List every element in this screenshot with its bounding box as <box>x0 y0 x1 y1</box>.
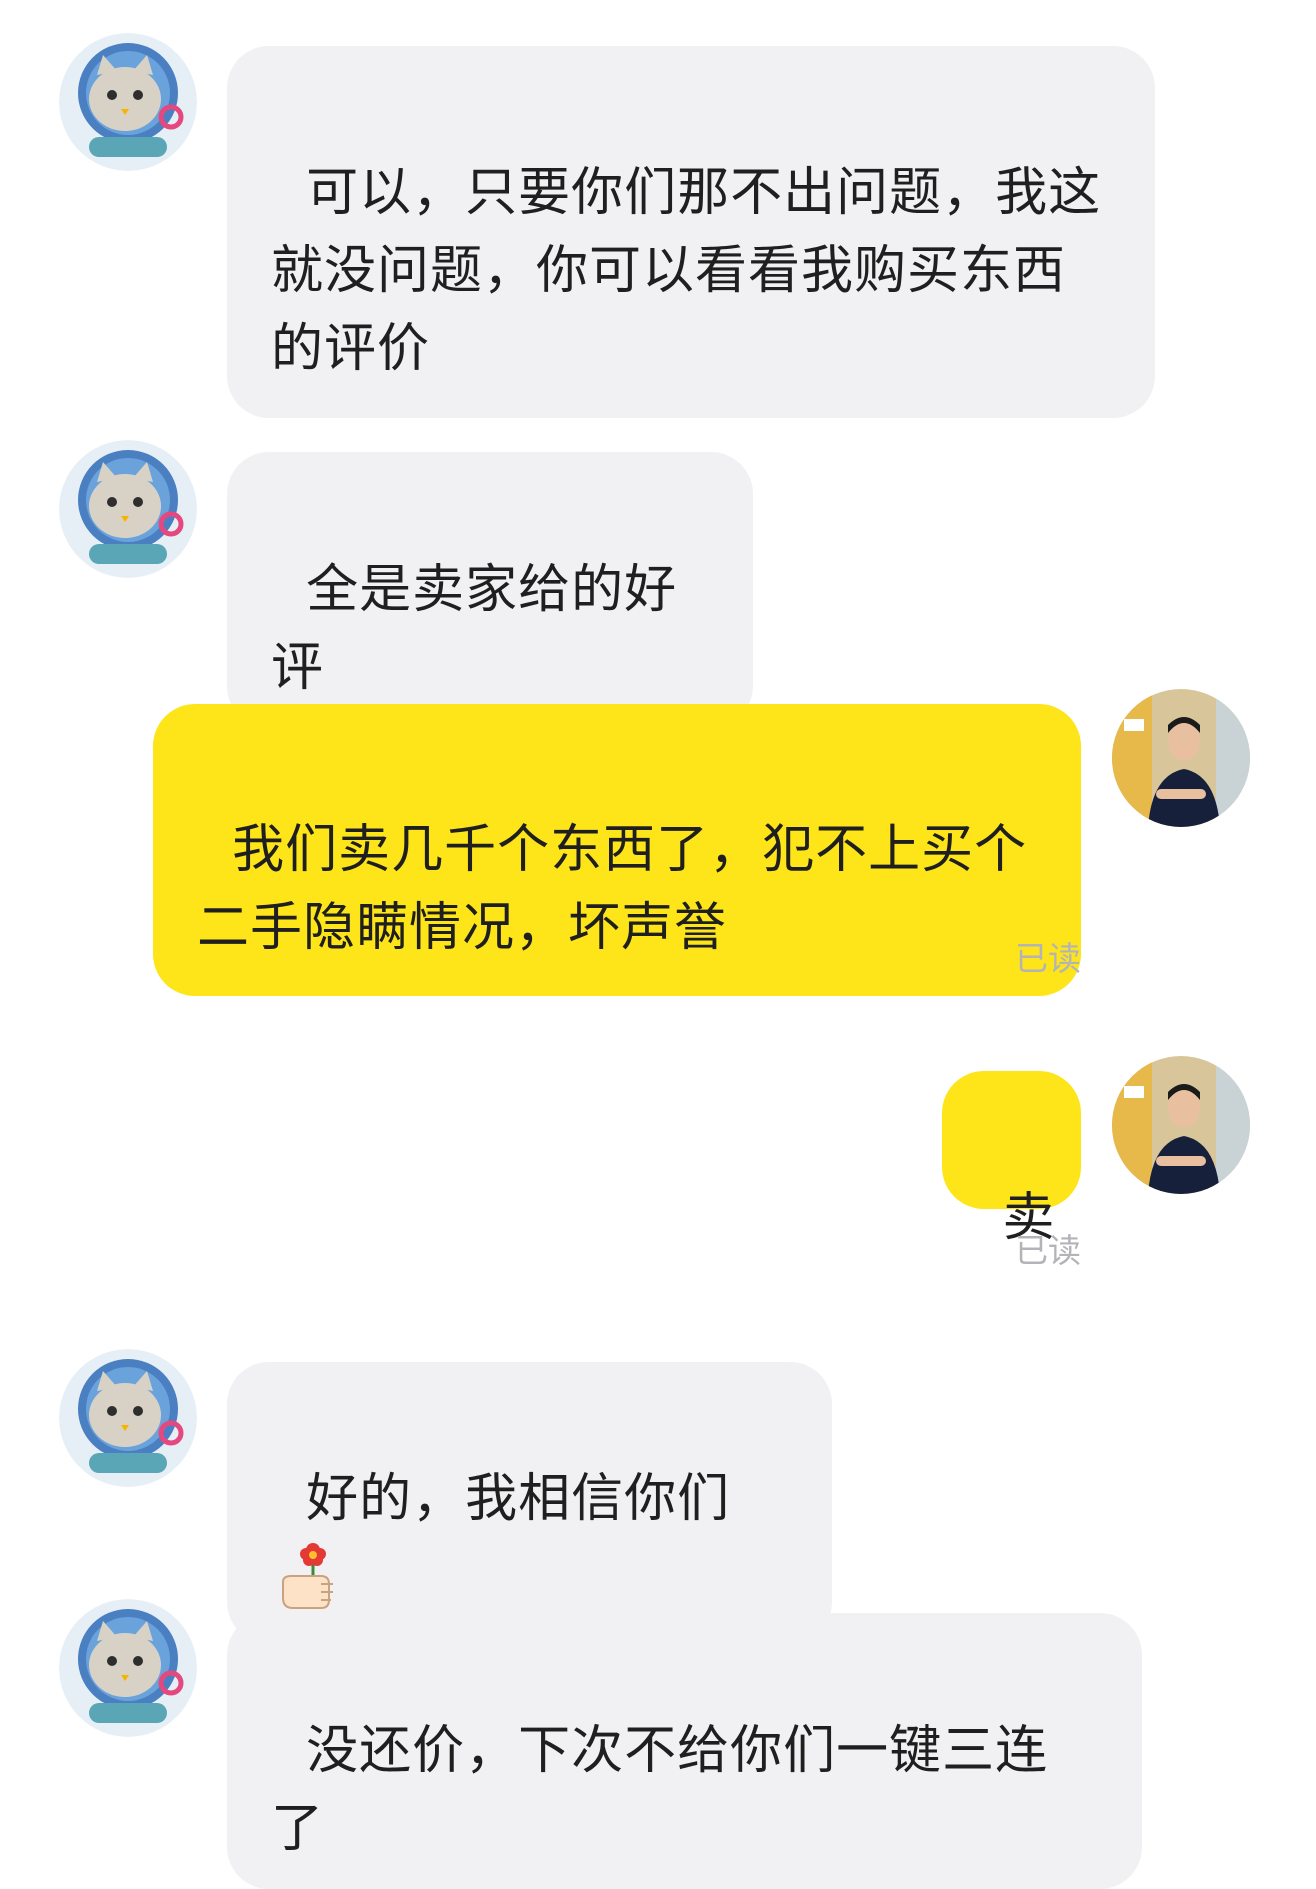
man-avatar-icon <box>1112 689 1250 827</box>
cat-avatar-icon <box>59 1349 197 1487</box>
avatar[interactable] <box>1112 1056 1250 1194</box>
avatar[interactable] <box>1112 689 1250 827</box>
message-text: 好的，我相信你们 <box>306 1469 731 1529</box>
message-bubble-incoming[interactable]: 好的，我相信你们 <box>227 1362 832 1644</box>
avatar[interactable] <box>59 33 197 171</box>
avatar[interactable] <box>59 440 197 578</box>
message-text: 没还价，下次不给你们一键三连了 <box>271 1721 1049 1859</box>
read-receipt: 已读 <box>1015 1231 1081 1270</box>
man-avatar-icon <box>1112 1056 1250 1194</box>
cat-avatar-icon <box>59 1599 197 1737</box>
message-text: 我们卖几千个东西了，犯不上买个 二手隐瞒情况，坏声誉 <box>197 820 1028 958</box>
message-bubble-incoming[interactable]: 没还价，下次不给你们一键三连了 <box>227 1613 1142 1889</box>
read-receipt: 已读 <box>1015 939 1081 978</box>
message-bubble-incoming[interactable]: 全是卖家给的好评 <box>227 452 753 728</box>
message-bubble-incoming[interactable]: 可以，只要你们那不出问题，我这 就没问题，你可以看看我购买东西 的评价 <box>227 46 1155 418</box>
hand-holding-flower-icon <box>277 1538 339 1610</box>
avatar[interactable] <box>59 1599 197 1737</box>
cat-avatar-icon <box>59 440 197 578</box>
message-text: 全是卖家给的好评 <box>271 560 678 698</box>
message-bubble-outgoing[interactable]: 卖 <box>942 1071 1081 1248</box>
message-text: 可以，只要你们那不出问题，我这 就没问题，你可以看看我购买东西 的评价 <box>271 163 1102 379</box>
avatar[interactable] <box>59 1349 197 1487</box>
cat-avatar-icon <box>59 33 197 171</box>
